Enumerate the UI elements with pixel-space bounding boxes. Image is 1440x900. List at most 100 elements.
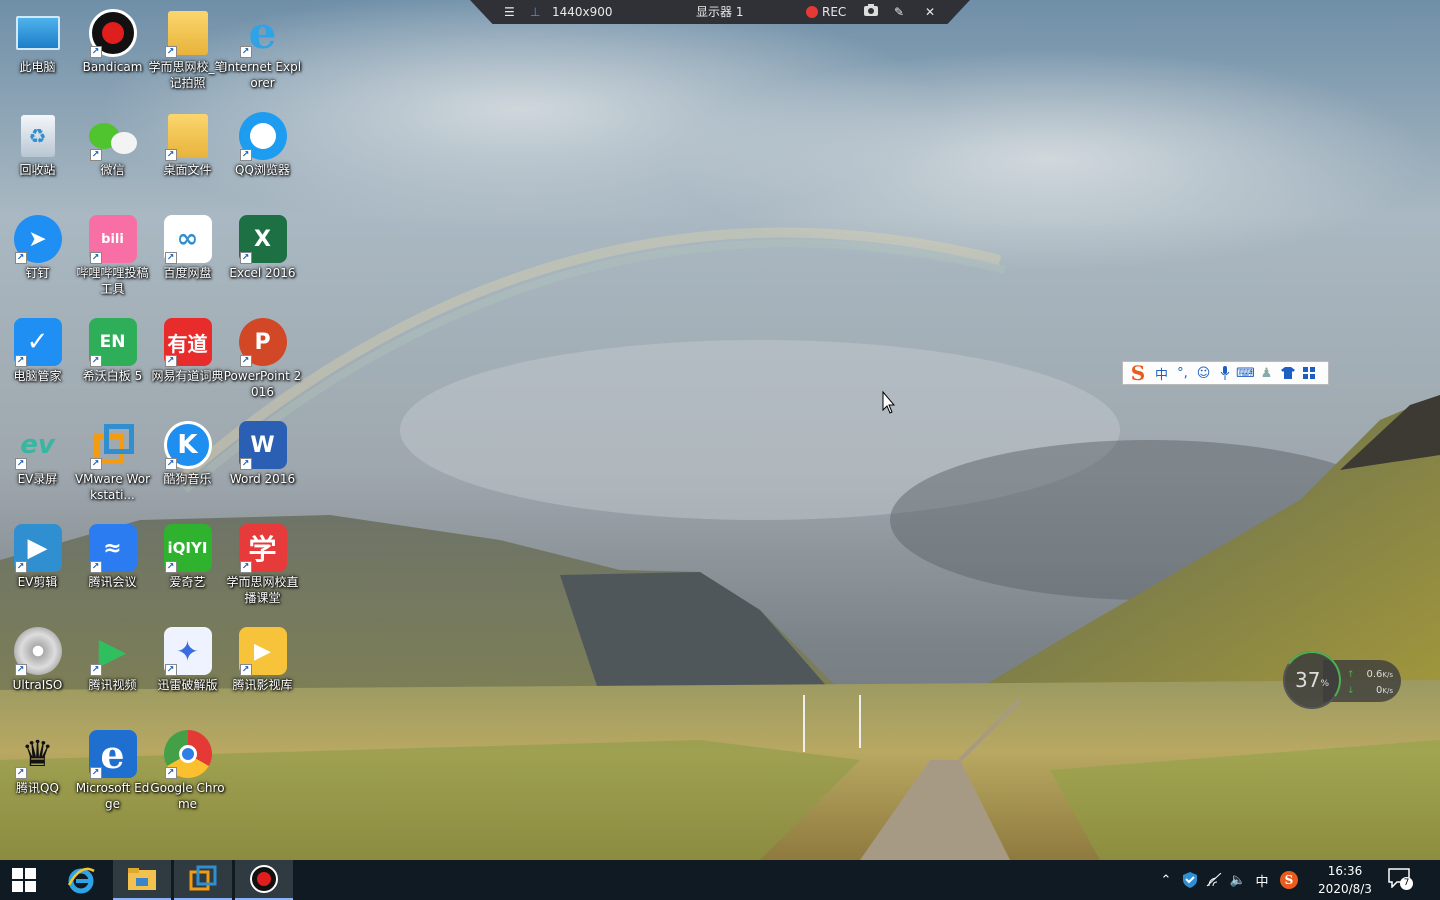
- desktop-icon[interactable]: W ↗ Word 2016: [225, 412, 300, 512]
- shortcut-arrow-icon: ↗: [89, 458, 102, 470]
- desktop-icon[interactable]: ∞ ↗ 百度网盘: [150, 206, 225, 306]
- desktop-icon[interactable]: ≈ ↗ 腾讯会议: [75, 515, 150, 615]
- desktop-icon[interactable]: 此电脑: [0, 0, 75, 100]
- desktop-icon[interactable]: ♻ 回收站: [0, 103, 75, 203]
- pin-icon[interactable]: ⊥: [530, 4, 540, 20]
- desktop-icon[interactable]: 有道 ↗ 网易有道词典: [150, 309, 225, 409]
- emoji-icon[interactable]: ☺: [1193, 363, 1214, 383]
- toolbox-icon[interactable]: [1298, 363, 1319, 383]
- sogou-logo-icon[interactable]: S: [1125, 361, 1151, 385]
- microphone-icon[interactable]: [1214, 363, 1235, 383]
- taskbar-file-explorer[interactable]: [113, 860, 171, 900]
- desktop-icon-label: 腾讯QQ: [16, 781, 59, 795]
- xueersi-icon: 学 ↗: [238, 523, 288, 573]
- ime-punct-button[interactable]: °,: [1172, 363, 1193, 383]
- desktop-icon[interactable]: K ↗ 酷狗音乐: [150, 412, 225, 512]
- desktop-icon[interactable]: P ↗ PowerPoint 2016: [224, 309, 301, 409]
- desktop-icon[interactable]: iQIYI ↗ 爱奇艺: [150, 515, 225, 615]
- keyboard-icon[interactable]: ⌨: [1235, 363, 1256, 383]
- shortcut-arrow-icon: ↗: [164, 458, 177, 470]
- shortcut-arrow-icon: ↗: [239, 561, 252, 573]
- user-icon[interactable]: ♟: [1256, 363, 1277, 383]
- tray-ime-indicator[interactable]: 中: [1252, 870, 1272, 890]
- recorder-resolution: 1440x900: [552, 5, 613, 19]
- desktop-icon-label: UltraISO: [12, 678, 63, 692]
- wechat-icon: ↗: [88, 111, 138, 161]
- chrome-icon: ↗: [163, 729, 213, 779]
- bilibili-icon: bili ↗: [88, 214, 138, 264]
- taskbar-bandicam[interactable]: [235, 860, 293, 900]
- desktop-icon[interactable]: ↗ 桌面文件: [150, 103, 225, 203]
- iqiyi-icon: iQIYI ↗: [163, 523, 213, 573]
- tray-volume-icon[interactable]: 🔈: [1228, 870, 1248, 890]
- close-icon[interactable]: ✕: [925, 4, 935, 20]
- desktop-icon[interactable]: ▶ ↗ 腾讯视频: [75, 618, 150, 718]
- pencil-icon[interactable]: ✎: [894, 4, 904, 20]
- ime-mode-button[interactable]: 中: [1151, 363, 1172, 383]
- desktop-icon[interactable]: ✦ ↗ 迅雷破解版: [150, 618, 225, 718]
- desktop-icon[interactable]: ✓ ↗ 电脑管家: [0, 309, 75, 409]
- shortcut-arrow-icon: ↗: [14, 767, 27, 779]
- network-speed-widget[interactable]: ↑ 0.6K/s ↓ 0K/s 37%: [1278, 646, 1403, 714]
- desktop-icon-label: 微信: [100, 163, 125, 177]
- desktop-icon[interactable]: X ↗ Excel 2016: [225, 206, 300, 306]
- recorder-toolbar: ☰ ⊥ 1440x900 显示器 1 REC ✎ ✕: [470, 0, 970, 24]
- desktop-icon[interactable]: e ↗ Microsoft Edge: [75, 721, 150, 821]
- this-pc-icon: [13, 8, 63, 58]
- desktop-icon-label: 腾讯会议: [88, 575, 137, 589]
- shortcut-arrow-icon: ↗: [239, 355, 252, 367]
- taskbar-internet-explorer[interactable]: [52, 860, 110, 900]
- shortcut-arrow-icon: ↗: [89, 46, 102, 58]
- desktop-icon-label: 酷狗音乐: [163, 472, 212, 486]
- desktop-icon[interactable]: ▶ ↗ 腾讯影视库: [225, 618, 300, 718]
- desktop-icon[interactable]: ↗ Bandicam: [75, 0, 150, 100]
- desktop-icon-label: Word 2016: [229, 472, 296, 486]
- record-icon: [806, 6, 818, 18]
- rec-button[interactable]: REC: [806, 4, 846, 20]
- shortcut-arrow-icon: ↗: [164, 664, 177, 676]
- shortcut-arrow-icon: ↗: [164, 767, 177, 779]
- desktop-icon[interactable]: ↗ VMware Workstati...: [75, 412, 150, 512]
- desktop-icon[interactable]: ➤ ↗ 钉钉: [0, 206, 75, 306]
- tray-sogou-icon[interactable]: S: [1280, 871, 1298, 889]
- powerpoint-icon: P ↗: [238, 317, 288, 367]
- edge-icon: e ↗: [88, 729, 138, 779]
- shortcut-arrow-icon: ↗: [239, 46, 252, 58]
- download-row: ↓ 0K/s: [1347, 684, 1399, 698]
- desktop-icon[interactable]: ↗ 学而思网校_笔记拍照: [149, 0, 227, 100]
- desktop-icon[interactable]: ↗ Google Chrome: [150, 721, 225, 821]
- desktop-icon-label: 学而思网校直播课堂: [226, 575, 299, 605]
- recycle-bin-icon: ♻: [13, 111, 63, 161]
- desktop-icon[interactable]: ↗ QQ浏览器: [225, 103, 300, 203]
- shortcut-arrow-icon: ↗: [89, 252, 102, 264]
- desktop-icon[interactable]: ▶ ↗ EV剪辑: [0, 515, 75, 615]
- menu-icon[interactable]: ☰: [504, 4, 515, 20]
- skin-icon[interactable]: [1277, 363, 1298, 383]
- shortcut-arrow-icon: ↗: [14, 458, 27, 470]
- desktop-icon[interactable]: e ↗ Internet Explorer: [224, 0, 301, 100]
- windows-logo-icon: [12, 868, 36, 892]
- shortcut-arrow-icon: ↗: [89, 355, 102, 367]
- tray-security-shield-icon[interactable]: [1180, 870, 1200, 890]
- desktop-icon[interactable]: ♛ ↗ 腾讯QQ: [0, 721, 75, 821]
- start-button[interactable]: [0, 860, 48, 900]
- desktop-icon[interactable]: ↗ UltraISO: [0, 618, 75, 718]
- desktop-icon-label: Microsoft Edge: [75, 781, 150, 811]
- camera-icon[interactable]: [864, 4, 878, 20]
- recorder-monitor[interactable]: 显示器 1: [696, 4, 743, 20]
- taskbar-vmware[interactable]: [174, 860, 232, 900]
- desktop-icon[interactable]: ev ↗ EV录屏: [0, 412, 75, 512]
- desktop-icon[interactable]: EN ↗ 希沃白板 5: [75, 309, 150, 409]
- tray-wifi-icon[interactable]: [1204, 870, 1224, 890]
- internet-explorer-icon: [67, 867, 95, 894]
- desktop-icon[interactable]: ↗ 微信: [75, 103, 150, 203]
- desktop-icon[interactable]: 学 ↗ 学而思网校直播课堂: [225, 515, 300, 615]
- ev-editor-icon: ▶ ↗: [13, 523, 63, 573]
- tray-overflow-chevron-icon[interactable]: ⌃: [1156, 870, 1176, 890]
- desktop-icon[interactable]: bili ↗ 哔哩哔哩投稿工具: [75, 206, 150, 306]
- taskbar-clock[interactable]: 16:36 2020/8/3: [1305, 862, 1385, 898]
- shortcut-arrow-icon: ↗: [239, 252, 252, 264]
- shortcut-arrow-icon: ↗: [89, 149, 102, 161]
- action-center-button[interactable]: 7: [1388, 868, 1416, 892]
- baidu-netdisk-icon: ∞ ↗: [163, 214, 213, 264]
